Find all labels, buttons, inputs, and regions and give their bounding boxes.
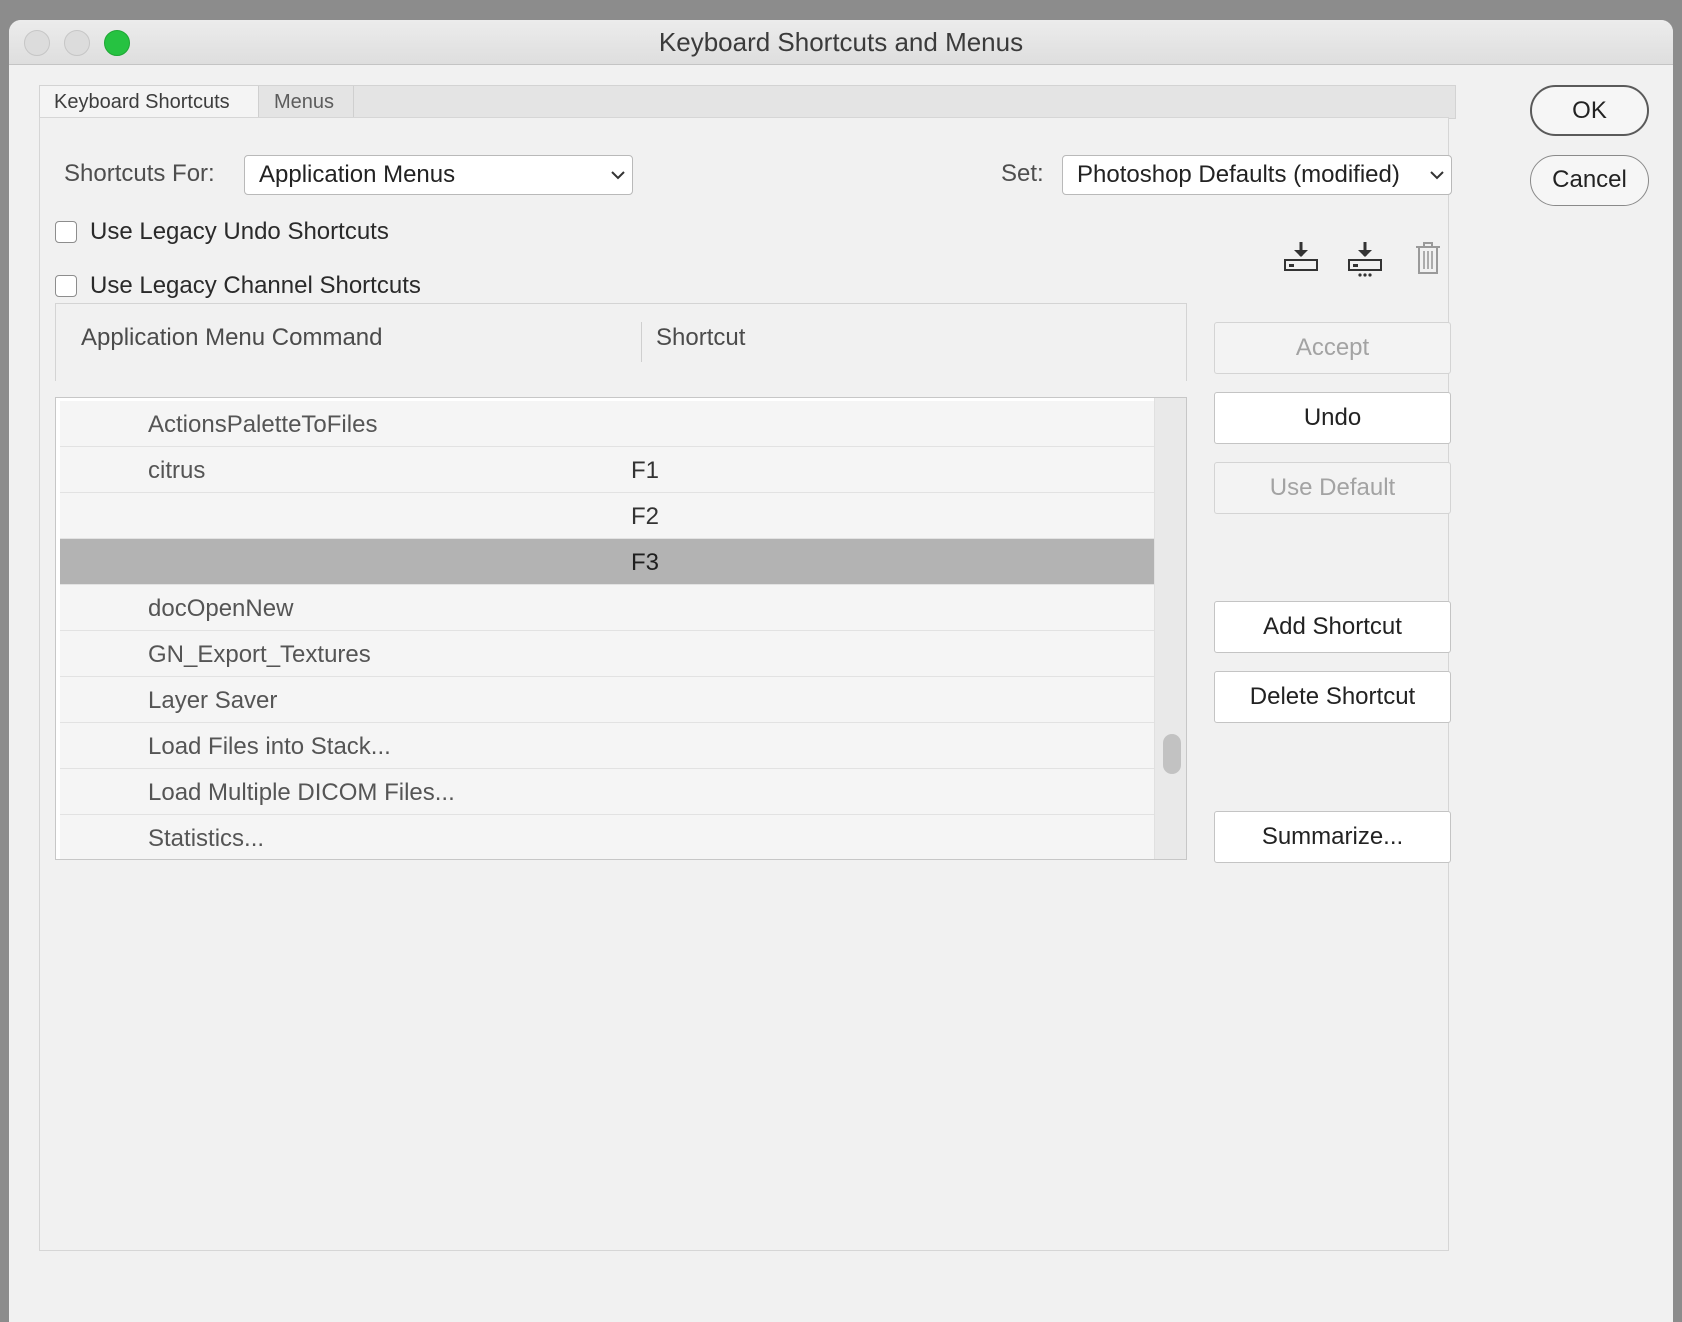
chevron-down-icon <box>1429 156 1445 207</box>
command-cell: GN_Export_Textures <box>148 641 371 668</box>
table-row[interactable]: GN_Export_Textures <box>60 631 1154 677</box>
window-title: Keyboard Shortcuts and Menus <box>658 27 1024 57</box>
tab-bar: Keyboard Shortcuts Menus <box>39 85 1456 119</box>
command-cell: docOpenNew <box>148 595 294 622</box>
legacy-undo-checkbox-row[interactable]: Use Legacy Undo Shortcuts <box>55 217 389 247</box>
shortcut-cell[interactable]: F2 <box>631 503 659 531</box>
save-set-as-icon[interactable] <box>1345 238 1385 278</box>
ok-button[interactable]: OK <box>1530 85 1649 136</box>
table-scrollbar[interactable] <box>1154 398 1186 859</box>
table-row[interactable]: docOpenNew <box>60 585 1154 631</box>
table-row[interactable]: Load Files into Stack... <box>60 723 1154 769</box>
cancel-button[interactable]: Cancel <box>1530 155 1649 206</box>
tab-menus[interactable]: Menus <box>260 86 354 118</box>
command-cell: Load Files into Stack... <box>148 733 391 760</box>
title-bar: Keyboard Shortcuts and Menus <box>9 20 1673 65</box>
command-cell: citrus <box>148 457 206 484</box>
table-row[interactable]: Statistics... <box>60 815 1154 859</box>
save-set-icon[interactable] <box>1281 238 1321 278</box>
table-row[interactable]: F2 <box>60 493 1154 539</box>
scrollbar-thumb[interactable] <box>1163 734 1181 774</box>
table-row[interactable]: Layer Saver <box>60 677 1154 723</box>
command-cell: Layer Saver <box>148 687 278 714</box>
legacy-undo-checkbox[interactable] <box>55 221 77 243</box>
shortcuts-for-select[interactable]: Application Menus <box>244 155 633 195</box>
legacy-channel-checkbox[interactable] <box>55 275 77 297</box>
table-header: Application Menu Command Shortcut <box>55 303 1187 381</box>
table-row[interactable]: ActionsPaletteToFiles <box>60 401 1154 447</box>
use-default-button[interactable]: Use Default <box>1214 462 1451 514</box>
shortcuts-for-label: Shortcuts For: <box>64 160 215 187</box>
shortcuts-table[interactable]: ActionsPaletteToFiles citrus F1 F2 F3 docOpen… <box>55 397 1187 860</box>
set-select[interactable]: Photoshop Defaults (modified) <box>1062 155 1452 195</box>
undo-button[interactable]: Undo <box>1214 392 1451 444</box>
table-rows: ActionsPaletteToFiles citrus F1 F2 F3 docOpen… <box>60 401 1154 859</box>
command-cell: ActionsPaletteToFiles <box>148 411 378 438</box>
set-label: Set: <box>1001 160 1044 187</box>
column-divider <box>641 322 642 362</box>
table-row[interactable]: F3 <box>60 539 1154 585</box>
legacy-undo-label: Use Legacy Undo Shortcuts <box>90 218 389 245</box>
chevron-down-icon <box>610 156 626 207</box>
accept-button[interactable]: Accept <box>1214 322 1451 374</box>
legacy-channel-label: Use Legacy Channel Shortcuts <box>90 272 421 299</box>
table-row[interactable]: citrus F1 <box>60 447 1154 493</box>
shortcuts-for-value: Application Menus <box>259 161 456 188</box>
legacy-channel-checkbox-row[interactable]: Use Legacy Channel Shortcuts <box>55 271 421 301</box>
shortcut-cell[interactable]: F3 <box>631 549 659 577</box>
column-header-command[interactable]: Application Menu Command <box>81 324 383 352</box>
add-shortcut-button[interactable]: Add Shortcut <box>1214 601 1451 653</box>
shortcut-cell[interactable]: F1 <box>631 457 659 485</box>
summarize-button[interactable]: Summarize... <box>1214 811 1451 863</box>
command-cell: Statistics... <box>148 825 265 852</box>
delete-set-icon[interactable] <box>1408 238 1448 278</box>
set-value: Photoshop Defaults (modified) <box>1077 161 1400 188</box>
tab-keyboard-shortcuts[interactable]: Keyboard Shortcuts <box>40 86 259 118</box>
delete-shortcut-button[interactable]: Delete Shortcut <box>1214 671 1451 723</box>
column-header-shortcut[interactable]: Shortcut <box>656 324 745 352</box>
command-cell: Load Multiple DICOM Files... <box>148 779 455 806</box>
table-row[interactable]: Load Multiple DICOM Files... <box>60 769 1154 815</box>
